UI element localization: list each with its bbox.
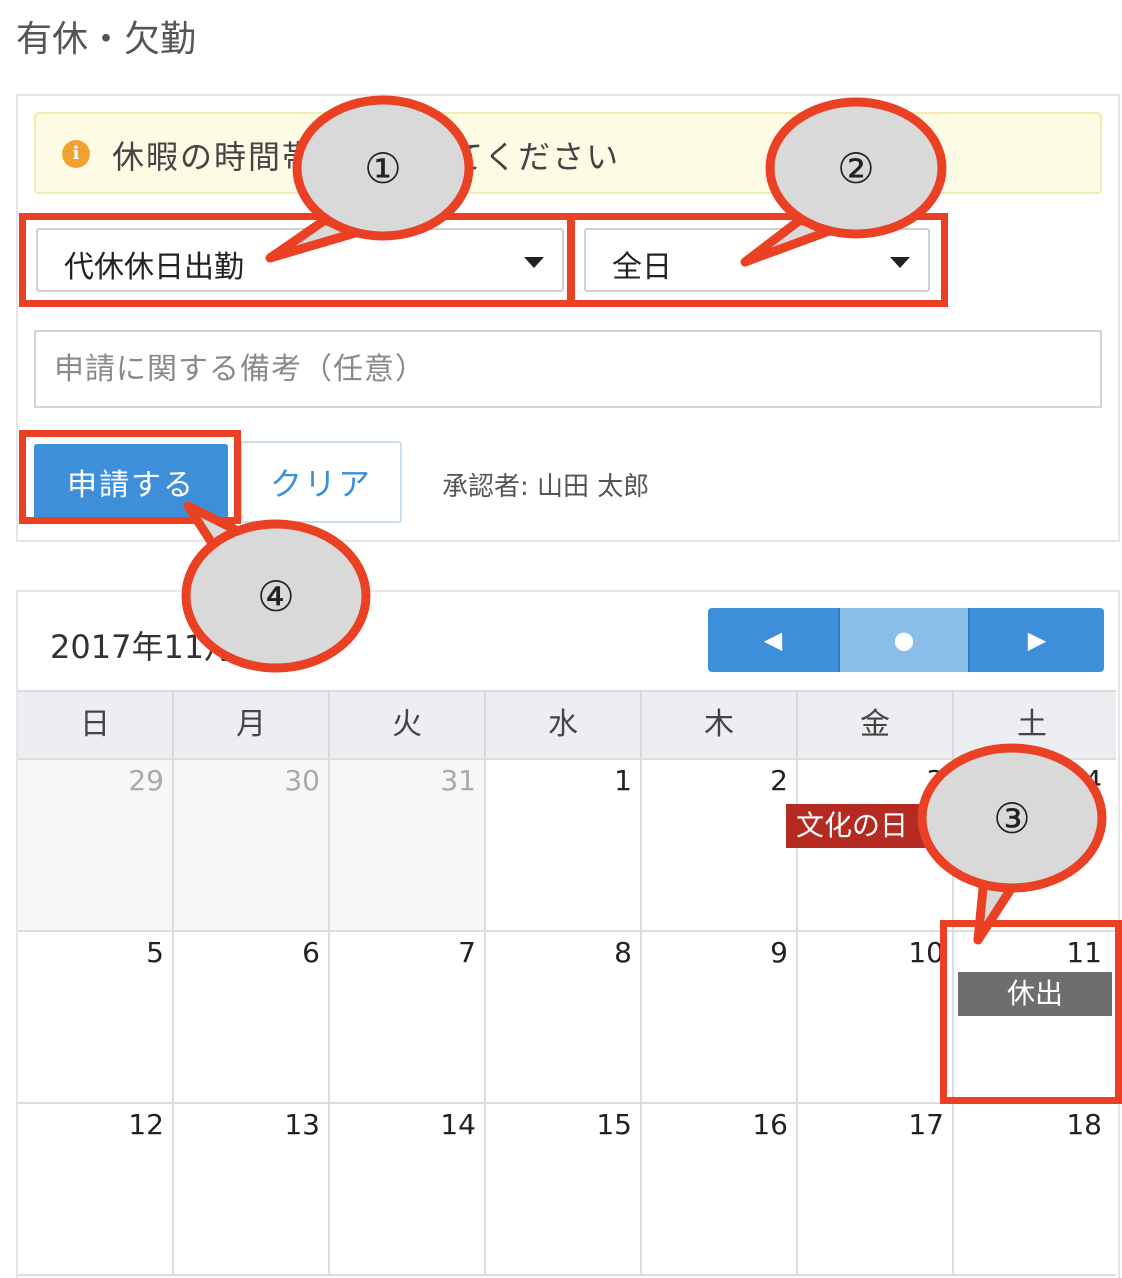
clear-button[interactable]: クリア (240, 441, 402, 523)
day-number: 30 (284, 764, 320, 797)
day-number: 16 (752, 1108, 788, 1141)
annotation-number-4: ④ (257, 572, 295, 621)
day-number: 9 (770, 936, 788, 969)
calendar-day[interactable]: 14 (330, 1104, 486, 1274)
holiday-event[interactable]: 文化の日 (786, 804, 936, 848)
calendar-day[interactable]: 7 (330, 932, 486, 1102)
annotation-box-4 (19, 430, 241, 524)
annotation-box-1 (19, 213, 574, 307)
weekday-tue: 火 (330, 692, 486, 760)
day-number: 2 (770, 764, 788, 797)
calendar-day[interactable]: 30 (174, 760, 330, 930)
day-number: 10 (908, 936, 944, 969)
annotation-number-2: ② (837, 144, 875, 193)
info-icon: i (62, 140, 90, 168)
day-number: 15 (596, 1108, 632, 1141)
calendar-day[interactable]: 15 (486, 1104, 642, 1274)
calendar-day[interactable]: 9 (642, 932, 798, 1102)
weekday-header: 日 月 火 水 木 金 土 (18, 690, 1116, 760)
day-number: 8 (614, 936, 632, 969)
annotation-number-3: ③ (993, 794, 1031, 843)
weekday-thu: 木 (642, 692, 798, 760)
day-number: 7 (458, 936, 476, 969)
calendar-day[interactable]: 31 (330, 760, 486, 930)
next-month-button[interactable]: ▶ (970, 608, 1104, 672)
page-title: 有休・欠勤 (16, 19, 197, 60)
weekday-sun: 日 (18, 692, 174, 760)
day-number: 14 (440, 1108, 476, 1141)
calendar-nav: ◀ ● ▶ (708, 608, 1104, 672)
weekday-sat: 土 (1017, 707, 1047, 742)
day-number: 29 (128, 764, 164, 797)
info-alert: i 休暇の時間帯を選択してください (34, 112, 1102, 194)
calendar-title: 2017年11月 (50, 628, 237, 666)
calendar-week-1: 29 30 31 1 2 3 4 (18, 760, 1116, 932)
day-number: 31 (440, 764, 476, 797)
weekday-mon: 月 (174, 692, 330, 760)
day-number: 13 (284, 1108, 320, 1141)
calendar-day[interactable]: 2 (642, 760, 798, 930)
day-number: 5 (146, 936, 164, 969)
calendar-week-3: 12 13 14 15 16 17 18 (18, 1104, 1116, 1276)
prev-month-button[interactable]: ◀ (708, 608, 840, 672)
calendar-day[interactable]: 12 (18, 1104, 174, 1274)
day-number: 12 (128, 1108, 164, 1141)
calendar-day[interactable]: 16 (642, 1104, 798, 1274)
calendar-day[interactable]: 8 (486, 932, 642, 1102)
calendar-day[interactable]: 5 (18, 932, 174, 1102)
annotation-number-1: ① (364, 144, 402, 193)
day-number: 1 (614, 764, 632, 797)
day-number: 4 (1084, 764, 1102, 797)
calendar-day[interactable]: 6 (174, 932, 330, 1102)
calendar-day[interactable]: 13 (174, 1104, 330, 1274)
calendar-day[interactable]: 4 (954, 760, 1110, 930)
calendar-day[interactable]: 29 (18, 760, 174, 930)
annotation-box-2 (568, 213, 948, 307)
annotation-box-3 (940, 920, 1122, 1104)
day-number: 6 (302, 936, 320, 969)
memo-input[interactable] (34, 330, 1102, 408)
calendar-day[interactable]: 18 (954, 1104, 1110, 1274)
weekday-fri: 金 (798, 692, 954, 760)
calendar-day[interactable]: 17 (798, 1104, 954, 1274)
approver-label: 承認者: 山田 太郎 (442, 472, 650, 502)
calendar-day[interactable]: 1 (486, 760, 642, 930)
calendar-day[interactable]: 10 (798, 932, 954, 1102)
day-number: 17 (908, 1108, 944, 1141)
day-number: 3 (926, 764, 944, 797)
day-number: 18 (1066, 1108, 1102, 1141)
today-button[interactable]: ● (840, 608, 970, 672)
weekday-wed: 水 (486, 692, 642, 760)
